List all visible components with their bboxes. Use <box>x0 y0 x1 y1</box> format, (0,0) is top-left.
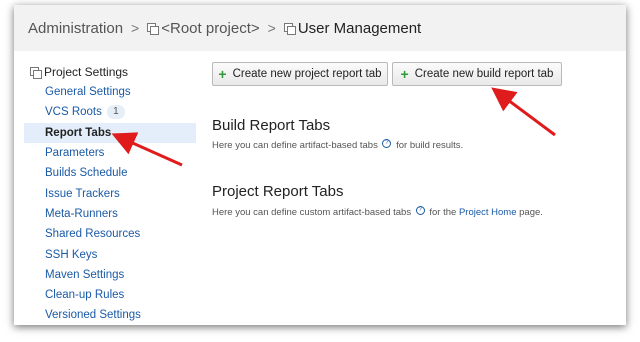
arrow-to-build-tab-button <box>491 87 556 137</box>
window-frame: Administration > <Root project> > User M… <box>14 5 626 325</box>
arrow-to-report-tabs <box>111 132 183 167</box>
annotation-arrows <box>111 87 556 167</box>
